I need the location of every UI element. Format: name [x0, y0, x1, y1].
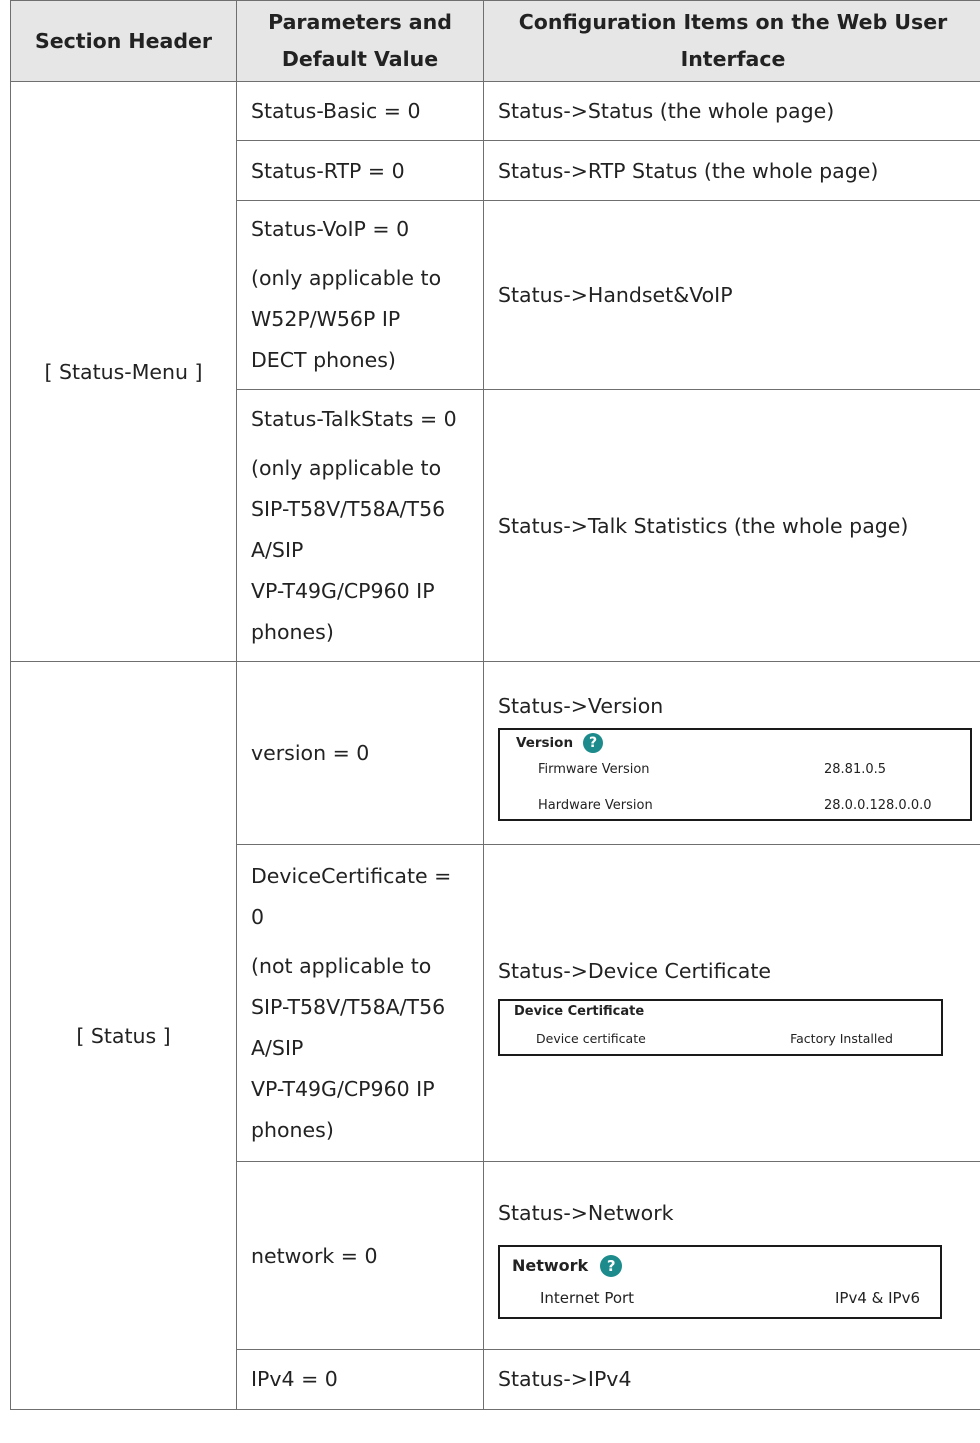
device-certificate-panel-title-row: Device Certificate: [514, 1003, 927, 1021]
header-parameters-line1: Parameters and: [268, 10, 452, 34]
param-note: SIP-T58V/T58A/T56: [251, 994, 446, 1019]
param-text: Status-RTP = 0: [251, 158, 405, 183]
table-row: [ Status-Menu ] Status-Basic = 0 Status-…: [10, 81, 980, 662]
header-section-label: Section Header: [34, 28, 213, 53]
param-cell: network = 0: [236, 1161, 484, 1350]
param-text: DeviceCertificate =: [251, 863, 452, 888]
section-name: [ Status-Menu ]: [44, 359, 203, 384]
param-text: Status-Basic = 0: [251, 99, 421, 123]
config-text: Status->Network: [498, 1200, 674, 1225]
panel-row-value: IPv4 & IPv6: [834, 1288, 920, 1307]
header-config-line2: Interface: [680, 47, 786, 71]
config-text: Status->IPv4: [498, 1367, 632, 1391]
network-panel: Network ? Internet Port IPv4 & IPv6: [498, 1244, 942, 1319]
param-cell: Status-VoIP = 0 (only applicable to W52P…: [236, 200, 484, 390]
config-text: Status->Talk Statistics (the whole page): [498, 513, 909, 538]
panel-row-label: Internet Port: [540, 1288, 635, 1307]
param-cell: version = 0: [236, 661, 484, 845]
table-row: [ Status ] version = 0 Status->Version V…: [10, 661, 980, 1410]
device-certificate-panel: Device Certificate Device certificate Fa…: [498, 998, 943, 1056]
panel-row-value: Factory Installed: [790, 1030, 893, 1046]
param-text: IPv4 = 0: [251, 1367, 338, 1391]
header-config: Configuration Items on the Web User Inte…: [483, 0, 980, 82]
param-cell: Status-Basic = 0: [236, 81, 484, 141]
param-cell: IPv4 = 0: [236, 1349, 484, 1410]
config-text: Status->Handset&VoIP: [498, 283, 733, 307]
help-circle-icon[interactable]: ?: [583, 732, 604, 753]
section-status-menu: [ Status-Menu ]: [10, 81, 237, 662]
panel-row-label: Firmware Version: [538, 761, 650, 777]
panel-row: Firmware Version 28.81.0.5: [516, 761, 956, 779]
param-text: 0: [251, 904, 265, 929]
config-cell: Status->RTP Status (the whole page): [483, 140, 980, 201]
config-cell: Status->Handset&VoIP: [483, 200, 980, 390]
param-note: (only applicable to: [251, 266, 442, 290]
header-parameters: Parameters and Default Value: [236, 0, 484, 82]
config-text: Status->Version: [498, 693, 664, 718]
param-note: VP-T49G/CP960 IP: [251, 578, 435, 603]
param-text: version = 0: [251, 741, 370, 765]
param-text: Status-VoIP = 0: [251, 217, 410, 241]
header-config-line1: Configuration Items on the Web User: [518, 10, 948, 34]
config-cell: Status->Network Network ? Internet Port …: [483, 1161, 980, 1350]
param-cell: Status-TalkStats = 0 (only applicable to…: [236, 389, 484, 662]
param-note: DECT phones): [251, 348, 396, 372]
param-text: Status-TalkStats = 0: [251, 406, 457, 431]
config-text: Status->Device Certificate: [498, 958, 772, 983]
config-text: Status->Status (the whole page): [498, 99, 835, 123]
config-cell: Status->IPv4: [483, 1349, 980, 1410]
help-circle-icon[interactable]: ?: [600, 1254, 623, 1277]
panel-row-value: 28.81.0.5: [824, 761, 887, 777]
network-panel-title-row: Network ?: [512, 1254, 926, 1277]
panel-title: Version: [516, 734, 574, 751]
parameter-table: Section Header Parameters and Default Va…: [10, 0, 980, 1410]
param-cell: Status-RTP = 0: [236, 140, 484, 201]
panel-row-value: 28.0.0.128.0.0.0: [824, 797, 932, 813]
section-status: [ Status ]: [10, 661, 237, 1410]
param-note: phones): [251, 1117, 334, 1142]
param-note: VP-T49G/CP960 IP: [251, 1076, 435, 1101]
panel-title: Network: [512, 1255, 589, 1275]
param-note: SIP-T58V/T58A/T56: [251, 496, 446, 521]
param-text: network = 0: [251, 1243, 378, 1268]
param-note: A/SIP: [251, 1035, 304, 1060]
panel-row-label: Device certificate: [536, 1030, 646, 1046]
table-header-row: Section Header Parameters and Default Va…: [10, 0, 980, 82]
param-note: (not applicable to: [251, 953, 432, 978]
param-note: phones): [251, 619, 334, 644]
panel-row: Hardware Version 28.0.0.128.0.0.0: [516, 797, 956, 815]
config-cell: Status->Device Certificate Device Certif…: [483, 844, 980, 1162]
config-cell: Status->Talk Statistics (the whole page): [483, 389, 980, 662]
panel-row: Device certificate Factory Installed: [514, 1030, 927, 1048]
config-text: Status->RTP Status (the whole page): [498, 158, 879, 183]
config-cell: Status->Version Version ? Firmware Versi…: [483, 661, 980, 845]
param-note: A/SIP: [251, 537, 304, 562]
header-parameters-line2: Default Value: [281, 47, 439, 71]
config-cell: Status->Status (the whole page): [483, 81, 980, 141]
header-section: Section Header: [10, 0, 237, 82]
section-name: [ Status ]: [76, 1023, 171, 1048]
version-panel-title-row: Version ?: [516, 732, 956, 753]
panel-row-label: Hardware Version: [538, 797, 653, 813]
panel-row: Internet Port IPv4 & IPv6: [512, 1287, 926, 1309]
panel-title: Device Certificate: [514, 1003, 645, 1019]
param-note: (only applicable to: [251, 455, 442, 480]
version-panel: Version ? Firmware Version 28.81.0.5 Har…: [498, 727, 972, 821]
param-note: W52P/W56P IP: [251, 307, 401, 331]
param-cell: DeviceCertificate = 0 (not applicable to…: [236, 844, 484, 1162]
